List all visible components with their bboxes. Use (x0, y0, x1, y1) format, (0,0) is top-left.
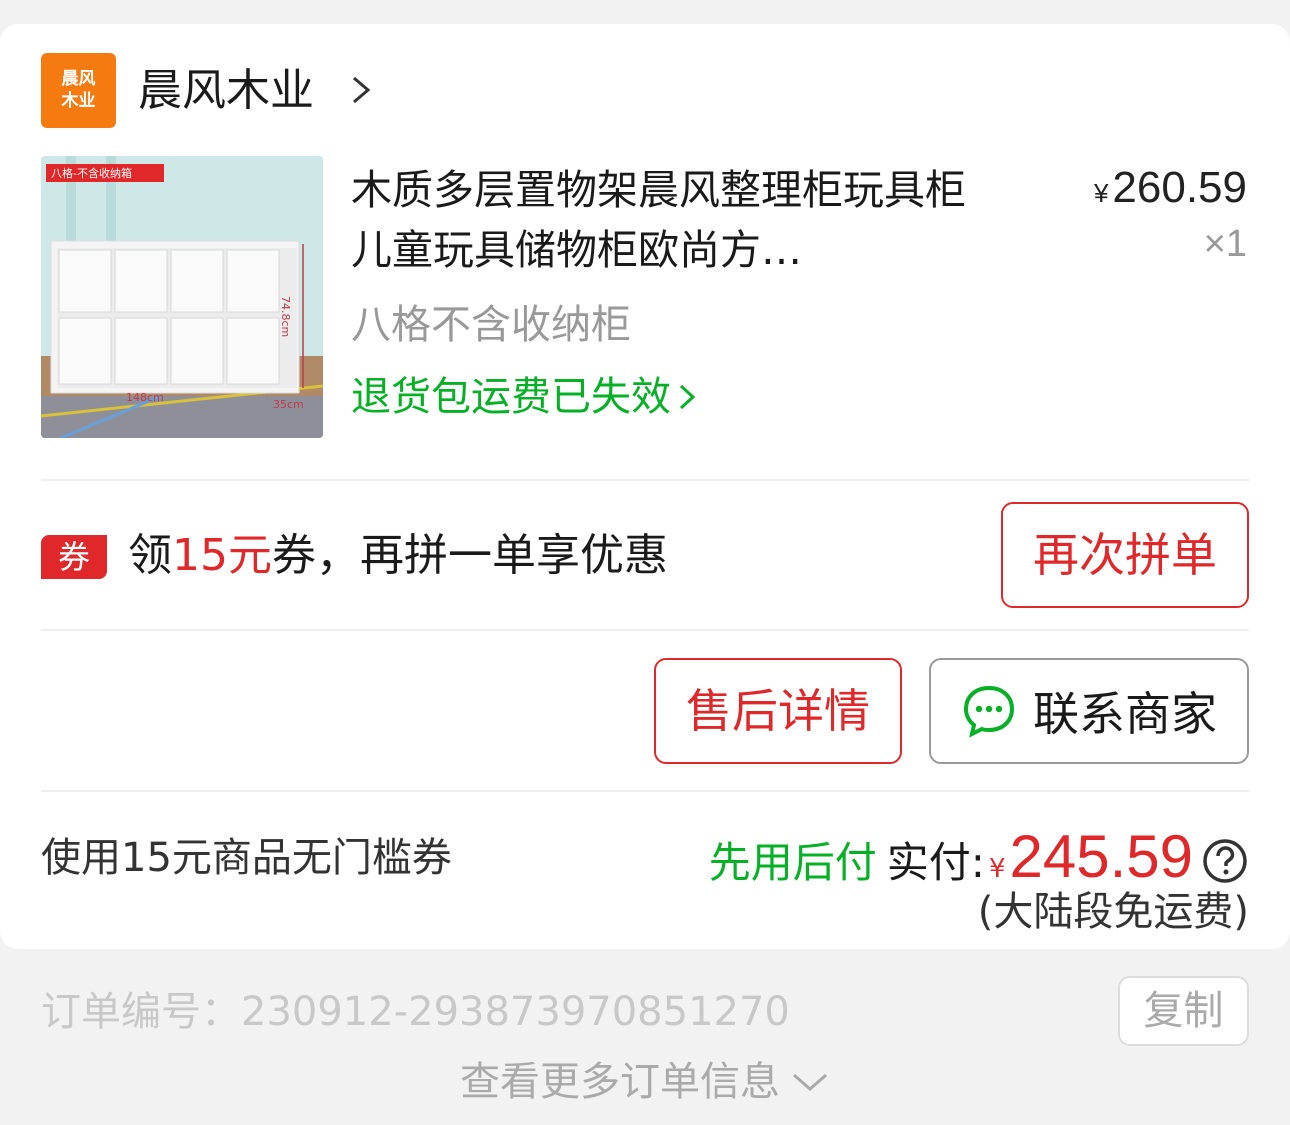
return-shipping-link[interactable]: 退货包运费已失效 (351, 372, 697, 422)
coupon-text: 领15元券，再拼一单享优惠 (128, 528, 668, 584)
shop-name[interactable]: 晨风木业 (138, 64, 314, 118)
help-icon[interactable] (1201, 837, 1249, 885)
actual-paid-amount: 245.59 (1009, 823, 1193, 890)
more-order-info-label: 查看更多订单信息 (460, 1059, 780, 1105)
chevron-right-icon (679, 384, 696, 410)
shop-logo[interactable]: 晨风 木业 (41, 53, 116, 128)
pay-later-label: 先用后付 (708, 838, 877, 887)
order-number: 订单编号：230912-293873970851270 (41, 989, 790, 1035)
shop-logo-line1: 晨风 (61, 69, 96, 89)
shipping-note: (大陆段免运费) (977, 889, 1249, 935)
price-value: 260.59 (1112, 163, 1247, 212)
return-shipping-label: 退货包运费已失效 (351, 374, 671, 420)
reorder-button[interactable]: 再次拼单 (1001, 502, 1249, 608)
image-dim-width: 148cm (126, 391, 164, 404)
coupon-amount: 15元 (172, 530, 272, 581)
divider (41, 790, 1249, 792)
divider (41, 479, 1249, 481)
coupon-badge: 券 (41, 535, 107, 579)
actual-paid-currency: ¥ (988, 854, 1006, 884)
more-order-info-link[interactable]: 查看更多订单信息 (0, 1054, 1290, 1110)
product-variant: 八格不含收纳柜 (351, 302, 631, 348)
product-price: ¥260.59 (1094, 163, 1247, 218)
product-quantity: ×1 (1203, 223, 1247, 265)
discount-note: 使用15元商品无门槛券 (41, 835, 452, 881)
image-dim-height: 74.8cm (279, 296, 292, 337)
chevron-right-icon[interactable] (346, 70, 376, 110)
divider (41, 629, 1249, 631)
after-sale-button[interactable]: 售后详情 (654, 658, 902, 764)
coupon-prefix: 领 (128, 530, 172, 581)
shop-logo-line2: 木业 (61, 91, 96, 111)
chat-bubble-icon (963, 685, 1015, 738)
image-tag: 八格-不含收纳箱 (51, 166, 132, 180)
price-currency: ¥ (1093, 178, 1109, 208)
payment-summary: 先用后付 实付: ¥ 245.59 (709, 822, 1249, 892)
copy-button[interactable]: 复制 (1118, 976, 1249, 1046)
product-title[interactable]: 木质多层置物架晨风整理柜玩具柜儿童玩具储物柜欧尚方… (351, 160, 991, 280)
contact-merchant-button[interactable]: 联系商家 (929, 658, 1249, 764)
product-image[interactable]: 八格-不含收纳箱 74.8cm 148cm 35cm (41, 156, 323, 438)
actual-paid-label: 实付: (886, 838, 985, 887)
contact-merchant-label: 联系商家 (1033, 687, 1217, 741)
image-dim-depth: 35cm (273, 398, 304, 411)
chevron-down-icon (793, 1073, 827, 1091)
coupon-suffix: 券，再拼一单享优惠 (272, 530, 668, 581)
